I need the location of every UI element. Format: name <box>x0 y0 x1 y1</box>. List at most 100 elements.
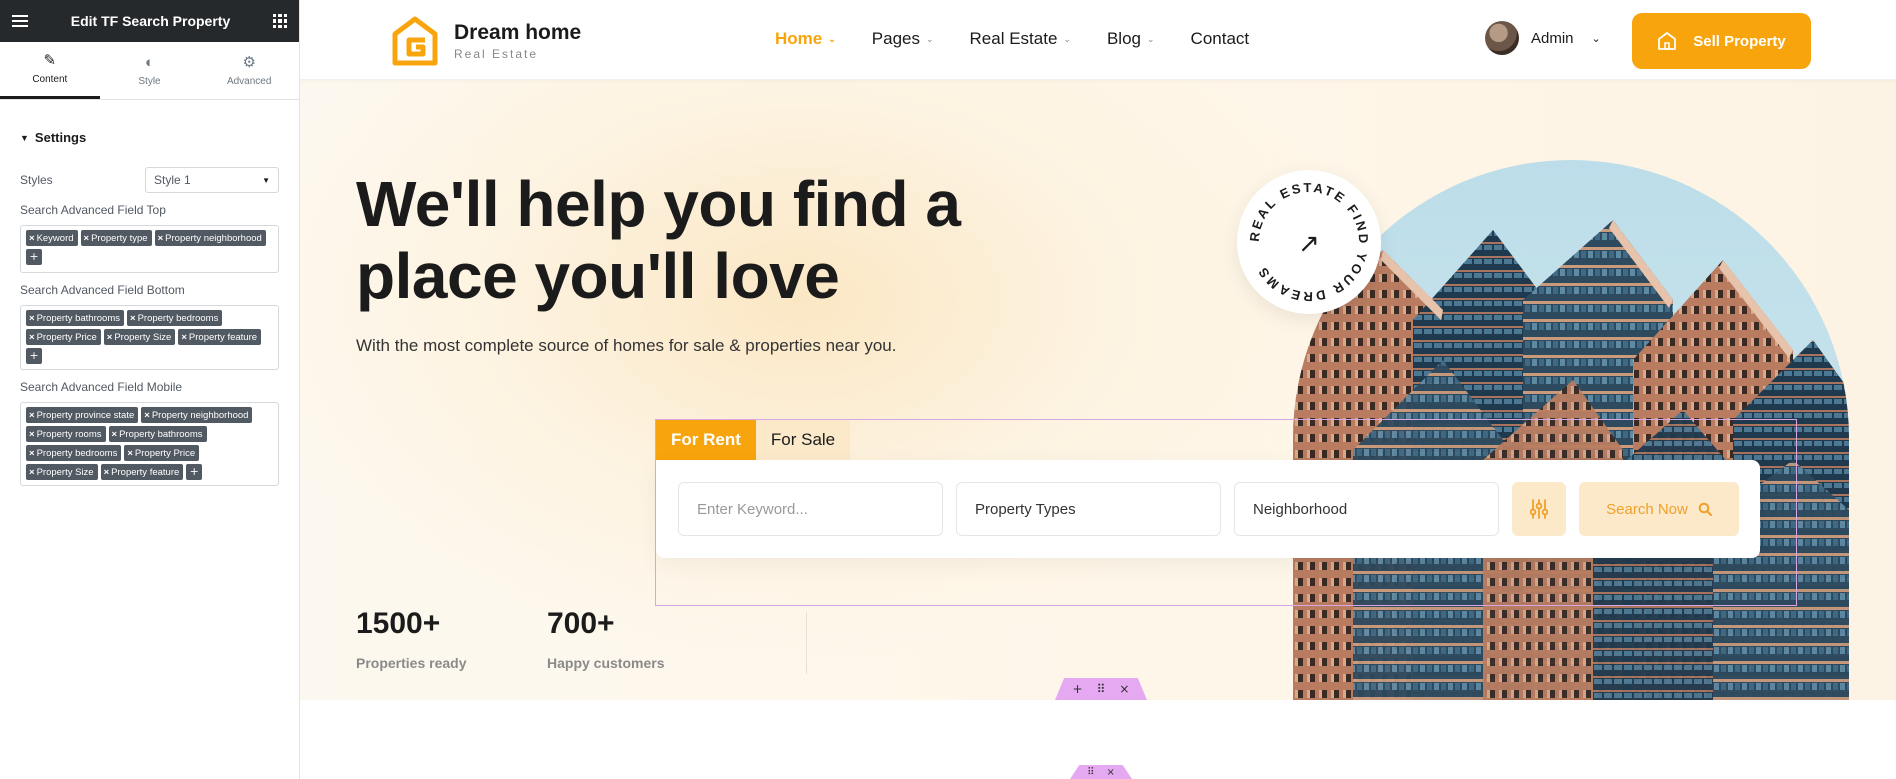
property-types-select[interactable]: Property Types <box>956 482 1221 536</box>
tag[interactable]: × Property Price <box>26 329 101 345</box>
tag-remove-icon[interactable]: × <box>29 313 35 324</box>
tag-label: Property bedrooms <box>36 448 118 459</box>
nav-contact[interactable]: Contact <box>1191 29 1250 49</box>
tag[interactable]: × Property Size <box>26 464 98 480</box>
tag-remove-icon[interactable]: × <box>29 467 35 478</box>
styles-control: Styles Style 1 ▼ <box>0 167 299 193</box>
advanced-filter-button[interactable] <box>1512 482 1566 536</box>
tag[interactable]: × Property bedrooms <box>127 310 223 326</box>
tag[interactable]: × Property bedrooms <box>26 445 122 461</box>
tag[interactable]: × Property neighborhood <box>154 230 266 246</box>
sell-property-button[interactable]: Sell Property <box>1632 13 1811 69</box>
tab-style[interactable]: ◐ Style <box>100 42 200 99</box>
nav-blog[interactable]: Blog ⌄ <box>1107 29 1155 49</box>
tag[interactable]: × Property type <box>80 230 152 246</box>
tag-remove-icon[interactable]: × <box>112 429 118 440</box>
tag-label: Keyword <box>36 233 74 244</box>
tag[interactable]: × Property bathrooms <box>26 310 124 326</box>
tag[interactable]: × Property province state <box>26 407 139 423</box>
tag-remove-icon[interactable]: × <box>144 410 150 421</box>
tag-remove-icon[interactable]: × <box>107 332 113 343</box>
tab-for-sale[interactable]: For Sale <box>755 420 851 460</box>
tag-label: Property neighborhood <box>165 233 262 244</box>
tag-remove-icon[interactable]: × <box>29 410 35 421</box>
tag[interactable]: × Property Size <box>103 329 176 345</box>
section-title: Settings <box>34 130 87 145</box>
search-now-button[interactable]: Search Now <box>1579 482 1739 536</box>
tag[interactable]: × Keyword <box>26 230 78 246</box>
add-tag-button[interactable]: + <box>26 249 42 265</box>
search-now-label: Search Now <box>1606 500 1688 518</box>
editor-tabs: ✎ Content ◐ Style ⚙ Advanced <box>0 42 299 100</box>
sliders-icon <box>1530 499 1548 519</box>
nav-home[interactable]: Home ⌄ <box>775 29 836 49</box>
admin-label: Admin <box>1531 29 1574 47</box>
tag[interactable]: × Property rooms <box>26 426 106 442</box>
tag-remove-icon[interactable]: × <box>29 448 35 459</box>
tag-remove-icon[interactable]: × <box>29 429 35 440</box>
settings-section-toggle[interactable]: ▼ Settings <box>0 100 299 167</box>
tag-remove-icon[interactable]: × <box>29 332 35 343</box>
chevron-down-icon: ⌄ <box>925 33 934 44</box>
menu-icon[interactable] <box>12 15 28 27</box>
tag-label: Property feature <box>188 332 258 343</box>
tag[interactable]: × Property feature <box>178 329 262 345</box>
hero-title: We'll help you find a place you'll love <box>356 168 961 312</box>
tag-label: Property feature <box>111 467 180 478</box>
field-top-tags[interactable]: × Keyword × Property type × Property neighb… <box>20 225 279 273</box>
chevron-down-icon: ⌄ <box>1063 33 1071 44</box>
add-tag-button[interactable]: + <box>186 464 203 480</box>
stat-value: 1500+ <box>356 607 441 640</box>
tag-remove-icon[interactable]: × <box>130 313 136 324</box>
gear-icon: ⚙ <box>242 53 256 71</box>
tab-content[interactable]: ✎ Content <box>0 42 100 99</box>
drag-handle-icon[interactable]: ⠿ <box>1087 767 1094 778</box>
tag[interactable]: × Property neighborhood <box>141 407 253 423</box>
styles-label: Styles <box>20 173 53 187</box>
find-dreams-badge[interactable]: REAL ESTATE FIND YOUR DREAMS ↗ <box>1237 170 1381 314</box>
tag-label: Property Price <box>36 332 97 343</box>
tag-remove-icon[interactable]: × <box>84 233 90 244</box>
field-top-label: Search Advanced Field Top <box>20 203 166 217</box>
tag-remove-icon[interactable]: × <box>29 233 35 244</box>
nav-label: Home <box>775 29 823 48</box>
site-header: Dream home Real Estate Home ⌄ Pages ⌄ Re… <box>300 0 1896 80</box>
tag[interactable]: × Property feature <box>100 464 184 480</box>
tag-remove-icon[interactable]: × <box>181 332 187 343</box>
keyword-input[interactable]: Enter Keyword... <box>678 482 943 536</box>
add-section-icon[interactable]: + <box>1073 682 1083 696</box>
add-tag-button[interactable]: + <box>26 348 42 364</box>
nav-pages[interactable]: Pages ⌄ <box>872 29 934 49</box>
tag-label: Property province state <box>36 410 135 421</box>
hero-title-line1: We'll help you find a <box>356 168 961 240</box>
tag-remove-icon[interactable]: × <box>127 448 133 459</box>
tag-remove-icon[interactable]: × <box>104 467 110 478</box>
tab-for-rent[interactable]: For Rent <box>656 420 756 460</box>
search-form: Enter Keyword... Property Types Neighbor… <box>656 460 1760 558</box>
tag[interactable]: × Property bathrooms <box>108 426 207 442</box>
nav-label: Pages <box>871 29 920 48</box>
hero-title-line2: place you'll love <box>356 240 840 312</box>
site-logo[interactable]: Dream home Real Estate <box>392 16 581 66</box>
apps-grid-icon[interactable] <box>272 14 287 28</box>
search-tabs: For Rent For Sale <box>656 420 851 460</box>
close-icon[interactable]: × <box>1119 682 1129 696</box>
styles-select[interactable]: Style 1 ▼ <box>145 167 279 193</box>
admin-menu[interactable]: Admin ⌄ <box>1485 21 1601 55</box>
tag-label: Property Price <box>134 448 196 459</box>
house-icon <box>1658 32 1677 50</box>
neighborhood-select[interactable]: Neighborhood <box>1234 482 1499 536</box>
nav-real-estate[interactable]: Real Estate ⌄ <box>970 29 1071 49</box>
tab-label: Advanced <box>226 75 272 87</box>
tag-remove-icon[interactable]: × <box>158 233 164 244</box>
drag-handle-icon[interactable]: ⠿ <box>1097 682 1106 696</box>
tag-label: Property bedrooms <box>137 313 219 324</box>
stat-customers: 700+ Happy customers <box>547 607 664 671</box>
close-icon[interactable]: × <box>1106 767 1114 778</box>
tab-advanced[interactable]: ⚙ Advanced <box>199 42 299 99</box>
field-mobile-tags[interactable]: × Property province state × Property neigh… <box>20 402 279 486</box>
tag-label: Property neighborhood <box>151 410 249 421</box>
field-bottom-tags[interactable]: × Property bathrooms × Property bedrooms ×… <box>20 305 279 370</box>
tag[interactable]: × Property Price <box>124 445 200 461</box>
arrow-up-right-icon: ↗ <box>1298 229 1320 259</box>
